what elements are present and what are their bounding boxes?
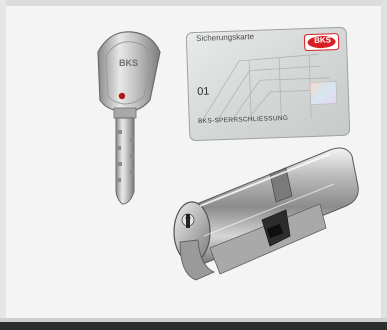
key-red-dot	[118, 92, 126, 100]
card-brand-text: BKS	[314, 35, 332, 45]
key-illustration: BKS	[97, 31, 161, 205]
card-hologram	[309, 81, 338, 105]
card-number: 01	[197, 85, 210, 98]
product-photo: BKS	[97, 26, 359, 281]
lock-cylinder	[173, 147, 359, 281]
svg-text:BKS: BKS	[119, 58, 138, 68]
